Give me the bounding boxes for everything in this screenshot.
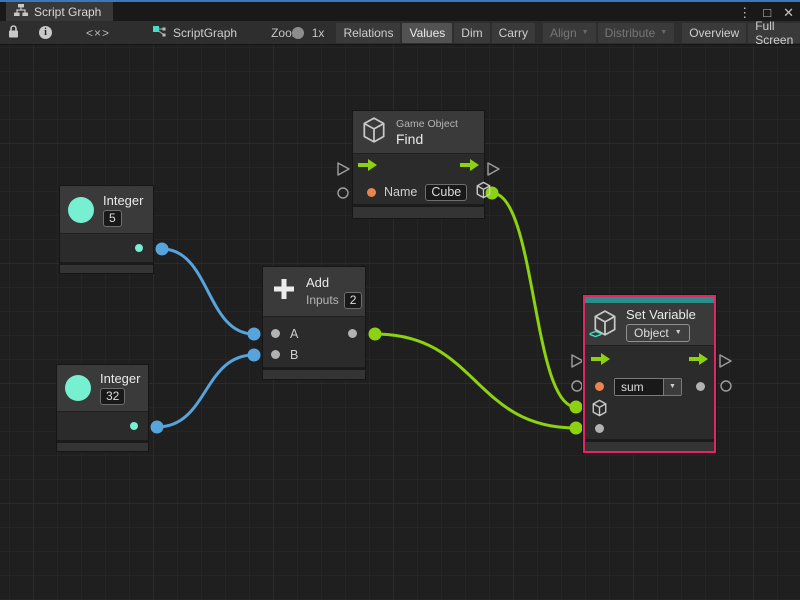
chevron-down-icon: ▼	[582, 29, 589, 36]
integer-node-2[interactable]: Integer 32	[57, 365, 148, 451]
node-title: Find	[396, 131, 423, 147]
chevron-down-icon: ▼	[669, 383, 676, 390]
flow-in-port-setvariable	[572, 355, 583, 367]
zoom-value: 1x	[312, 26, 325, 40]
add-icon	[271, 276, 297, 307]
value-output-port[interactable]	[696, 382, 705, 391]
chevron-down-icon: ▼	[660, 29, 667, 36]
script-graph-icon	[152, 25, 167, 41]
connection-int5-to-add-a	[162, 249, 254, 334]
value-input-port[interactable]	[595, 424, 604, 433]
inputs-label: Inputs	[306, 293, 339, 307]
node-title: Set Variable	[626, 307, 696, 322]
name-port-find	[338, 188, 348, 198]
variable-scope-dropdown[interactable]: Object ▼	[626, 324, 690, 342]
variable-name-dropdown[interactable]: sum ▼	[614, 378, 682, 396]
add-node[interactable]: Add Inputs 2 A B	[263, 267, 365, 379]
code-toggle-icon: <×>	[86, 26, 110, 40]
connection-int32-to-add-b	[157, 355, 254, 427]
flow-out-port-setvariable	[720, 355, 731, 367]
tab-title: Script Graph	[34, 5, 101, 19]
breadcrumb-label: ScriptGraph	[173, 26, 237, 40]
align-dropdown[interactable]: Align▼	[543, 23, 596, 43]
name-label: Name	[384, 185, 417, 199]
script-graph-window: Script Graph ⋮ □ ✕ i <×> ScriptGraph	[0, 0, 800, 600]
node-category: Game Object	[396, 118, 458, 130]
set-variable-node[interactable]: <> Set Variable Object ▼	[583, 295, 716, 453]
node-title: Integer	[100, 371, 140, 386]
input-a-port[interactable]	[271, 329, 280, 338]
variable-name-port[interactable]	[595, 382, 604, 391]
breadcrumb[interactable]: ScriptGraph	[144, 23, 245, 43]
zoom-slider-handle[interactable]	[292, 27, 304, 39]
name-input-port[interactable]	[367, 188, 376, 197]
flow-out-arrow-icon[interactable]	[460, 158, 479, 176]
integer-value-field[interactable]: 5	[103, 210, 122, 227]
graph-canvas[interactable]: Integer 5 Integer 32	[0, 45, 800, 600]
fullscreen-button[interactable]: Full Screen	[748, 23, 800, 43]
title-bar: Script Graph ⋮ □ ✕	[0, 0, 800, 21]
set-variable-icon: <>	[591, 309, 619, 339]
value-out-port-setvariable	[721, 381, 731, 391]
input-b-port[interactable]	[271, 350, 280, 359]
chevron-down-icon: ▼	[675, 329, 682, 336]
flow-in-arrow-icon[interactable]	[591, 352, 610, 370]
lock-button[interactable]	[0, 23, 27, 43]
integer-node-1[interactable]: Integer 5	[60, 186, 153, 273]
graph-tree-icon	[14, 4, 28, 19]
code-preview-toggle[interactable]: <×>	[78, 23, 118, 43]
value-in-port-setvariable	[572, 381, 582, 391]
find-node[interactable]: Game Object Find Name Cube	[353, 111, 484, 218]
inputs-count-field[interactable]: 2	[344, 292, 363, 309]
lock-icon	[8, 25, 19, 41]
flow-in-arrow-icon[interactable]	[358, 158, 377, 176]
name-value-field[interactable]: Cube	[425, 184, 467, 201]
graph-toolbar: i <×> ScriptGraph Zoom 1x Relations Valu…	[0, 21, 800, 45]
dim-button[interactable]: Dim	[454, 23, 489, 43]
integer-output-port[interactable]	[135, 244, 143, 252]
info-button[interactable]: i	[31, 23, 60, 43]
input-a-label: A	[290, 327, 298, 341]
carry-button[interactable]: Carry	[492, 23, 535, 43]
relations-button[interactable]: Relations	[336, 23, 400, 43]
connection-find-to-setvariable	[492, 193, 576, 407]
integer-value-field[interactable]: 32	[100, 388, 125, 405]
node-title: Integer	[103, 193, 143, 208]
distribute-dropdown[interactable]: Distribute▼	[598, 23, 675, 43]
info-icon: i	[39, 26, 52, 39]
game-object-output-port[interactable]	[475, 181, 492, 204]
window-menu-icon[interactable]: ⋮	[738, 5, 751, 21]
variable-brackets-icon: <>	[589, 327, 601, 341]
tab-script-graph[interactable]: Script Graph	[6, 2, 113, 21]
flow-in-port-find	[338, 163, 349, 175]
flow-out-arrow-icon[interactable]	[689, 352, 708, 370]
overview-button[interactable]: Overview	[682, 23, 746, 43]
object-input-port[interactable]	[591, 399, 608, 417]
values-button[interactable]: Values	[402, 23, 452, 43]
integer-icon	[65, 375, 91, 401]
integer-icon	[68, 197, 94, 223]
game-object-icon	[361, 116, 387, 149]
input-b-label: B	[290, 348, 298, 362]
node-title: Add	[306, 275, 329, 290]
connection-add-to-setvariable	[375, 334, 576, 428]
sum-output-port[interactable]	[348, 329, 357, 338]
flow-out-port-find	[488, 163, 499, 175]
integer-output-port[interactable]	[130, 422, 138, 430]
